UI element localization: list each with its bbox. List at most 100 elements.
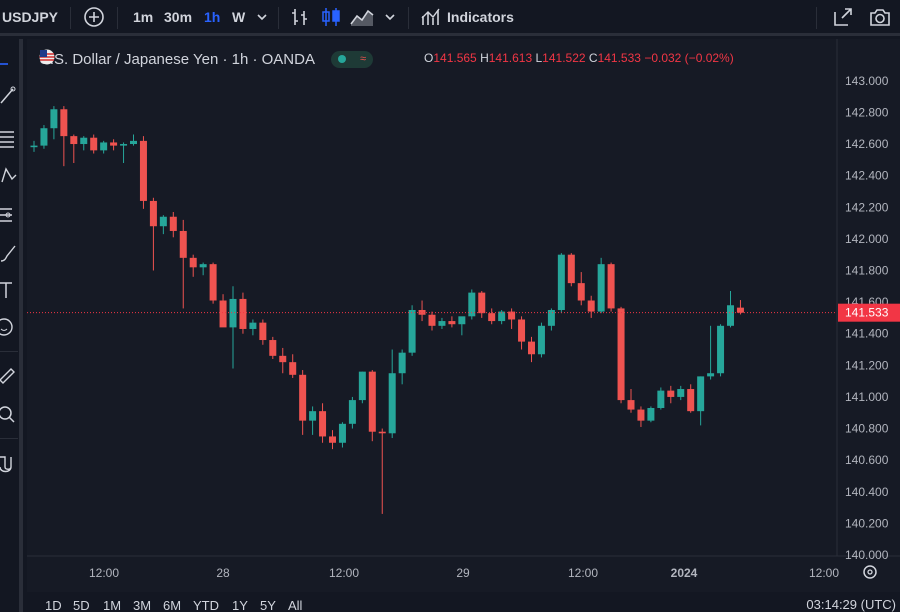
candle-body[interactable]	[597, 264, 605, 312]
candle-body[interactable]	[736, 307, 744, 313]
indicators-button[interactable]: Indicators	[420, 0, 514, 34]
candle-body[interactable]	[438, 321, 446, 326]
candle-body[interactable]	[249, 322, 257, 329]
projection-icon[interactable]	[0, 204, 18, 226]
crosshair-icon[interactable]	[0, 53, 18, 75]
range-ytd[interactable]: YTD	[193, 598, 219, 612]
candle-body[interactable]	[70, 136, 78, 145]
range-1y[interactable]: 1Y	[232, 598, 248, 612]
candle-body[interactable]	[687, 389, 695, 412]
candle-body[interactable]	[189, 257, 197, 268]
candle-body[interactable]	[90, 137, 98, 151]
range-5y[interactable]: 5Y	[260, 598, 276, 612]
candle-body[interactable]	[289, 362, 297, 375]
candle-body[interactable]	[448, 321, 456, 325]
candle-body[interactable]	[547, 310, 555, 326]
candle-body[interactable]	[209, 264, 217, 301]
candle-body[interactable]	[428, 314, 436, 326]
candle-body[interactable]	[587, 300, 595, 312]
candle-body[interactable]	[30, 145, 38, 148]
candle-body[interactable]	[239, 298, 247, 329]
zoom-icon[interactable]	[0, 403, 18, 425]
candle-body[interactable]	[727, 305, 734, 326]
candle-body[interactable]	[398, 352, 406, 374]
candle-body[interactable]	[617, 308, 625, 401]
candle-body[interactable]	[657, 390, 665, 408]
settings-gear-icon[interactable]	[863, 565, 877, 579]
candle-body[interactable]	[130, 140, 137, 145]
candle-body[interactable]	[717, 325, 725, 374]
candle-body[interactable]	[518, 319, 526, 342]
utc-clock[interactable]: 03:14:29 (UTC)	[806, 597, 896, 612]
candle-body[interactable]	[229, 298, 237, 328]
candle-body[interactable]	[697, 376, 705, 412]
text-tool-icon[interactable]	[0, 279, 18, 301]
candle-body[interactable]	[458, 316, 466, 325]
candle-body[interactable]	[60, 109, 68, 137]
candle-body[interactable]	[338, 423, 346, 443]
range-6m[interactable]: 6M	[163, 598, 181, 612]
candle-body[interactable]	[637, 409, 645, 421]
range-all[interactable]: All	[288, 598, 302, 612]
candle-body[interactable]	[667, 390, 675, 397]
range-5d[interactable]: 5D	[73, 598, 90, 612]
candle-body[interactable]	[259, 322, 267, 341]
fullscreen-button[interactable]	[832, 0, 854, 34]
emoji-icon[interactable]	[0, 316, 18, 338]
ruler-icon[interactable]	[0, 363, 18, 385]
candle-body[interactable]	[368, 371, 376, 432]
interval-w[interactable]: W	[232, 0, 245, 34]
candle-body[interactable]	[319, 411, 327, 437]
candle-body[interactable]	[557, 254, 565, 310]
candle-body[interactable]	[329, 436, 336, 443]
candle-body[interactable]	[80, 137, 88, 145]
trend-line-icon[interactable]	[0, 85, 18, 107]
candle-body[interactable]	[647, 408, 655, 421]
candle-body[interactable]	[309, 411, 317, 421]
candle-body[interactable]	[348, 400, 356, 424]
candle-body[interactable]	[149, 200, 157, 227]
candle-body[interactable]	[110, 142, 118, 146]
magnet-icon[interactable]	[0, 453, 18, 475]
candle-body[interactable]	[537, 325, 545, 355]
interval-1m[interactable]: 1m	[133, 0, 153, 34]
candle-body[interactable]	[378, 431, 386, 434]
fib-retracement-icon[interactable]	[0, 128, 18, 150]
candle-body[interactable]	[577, 283, 585, 301]
candle-body[interactable]	[358, 371, 366, 401]
candle-body[interactable]	[299, 374, 307, 421]
symbol-search[interactable]: USDJPY	[2, 0, 58, 34]
candle-body[interactable]	[100, 142, 108, 151]
candle-body[interactable]	[388, 373, 396, 434]
candle-body[interactable]	[478, 292, 486, 314]
compare-symbol-button[interactable]	[83, 0, 105, 34]
candle-body[interactable]	[120, 144, 128, 146]
candles-style-button[interactable]	[320, 0, 342, 34]
candle-body[interactable]	[169, 216, 177, 231]
candle-body[interactable]	[677, 389, 685, 397]
range-1m[interactable]: 1M	[103, 598, 121, 612]
candle-body[interactable]	[707, 373, 715, 377]
interval-1h[interactable]: 1h	[204, 0, 220, 34]
candle-body[interactable]	[279, 355, 287, 363]
candle-body[interactable]	[269, 340, 277, 356]
candle-body[interactable]	[50, 109, 58, 129]
candle-body[interactable]	[139, 140, 147, 201]
candle-body[interactable]	[179, 230, 187, 258]
candle-body[interactable]	[408, 310, 416, 353]
interval-dropdown[interactable]	[256, 0, 268, 34]
bars-style-button[interactable]	[290, 0, 312, 34]
candle-body[interactable]	[607, 264, 615, 309]
candle-body[interactable]	[219, 300, 227, 328]
market-status-badge[interactable]: ≈	[330, 50, 373, 68]
pattern-icon[interactable]	[0, 165, 18, 187]
candle-body[interactable]	[627, 400, 635, 410]
price-chart[interactable]: 143.000 142.800 142.600 142.400 142.200 142.0…	[27, 39, 900, 592]
brush-icon[interactable]	[0, 242, 18, 264]
interval-30m[interactable]: 30m	[164, 0, 192, 34]
candle-body[interactable]	[488, 313, 496, 322]
range-1d[interactable]: 1D	[45, 598, 62, 612]
candle-body[interactable]	[567, 254, 575, 284]
chart-pane[interactable]: 143.000 142.800 142.600 142.400 142.200 142.0…	[27, 39, 900, 612]
candle-body[interactable]	[40, 128, 48, 146]
